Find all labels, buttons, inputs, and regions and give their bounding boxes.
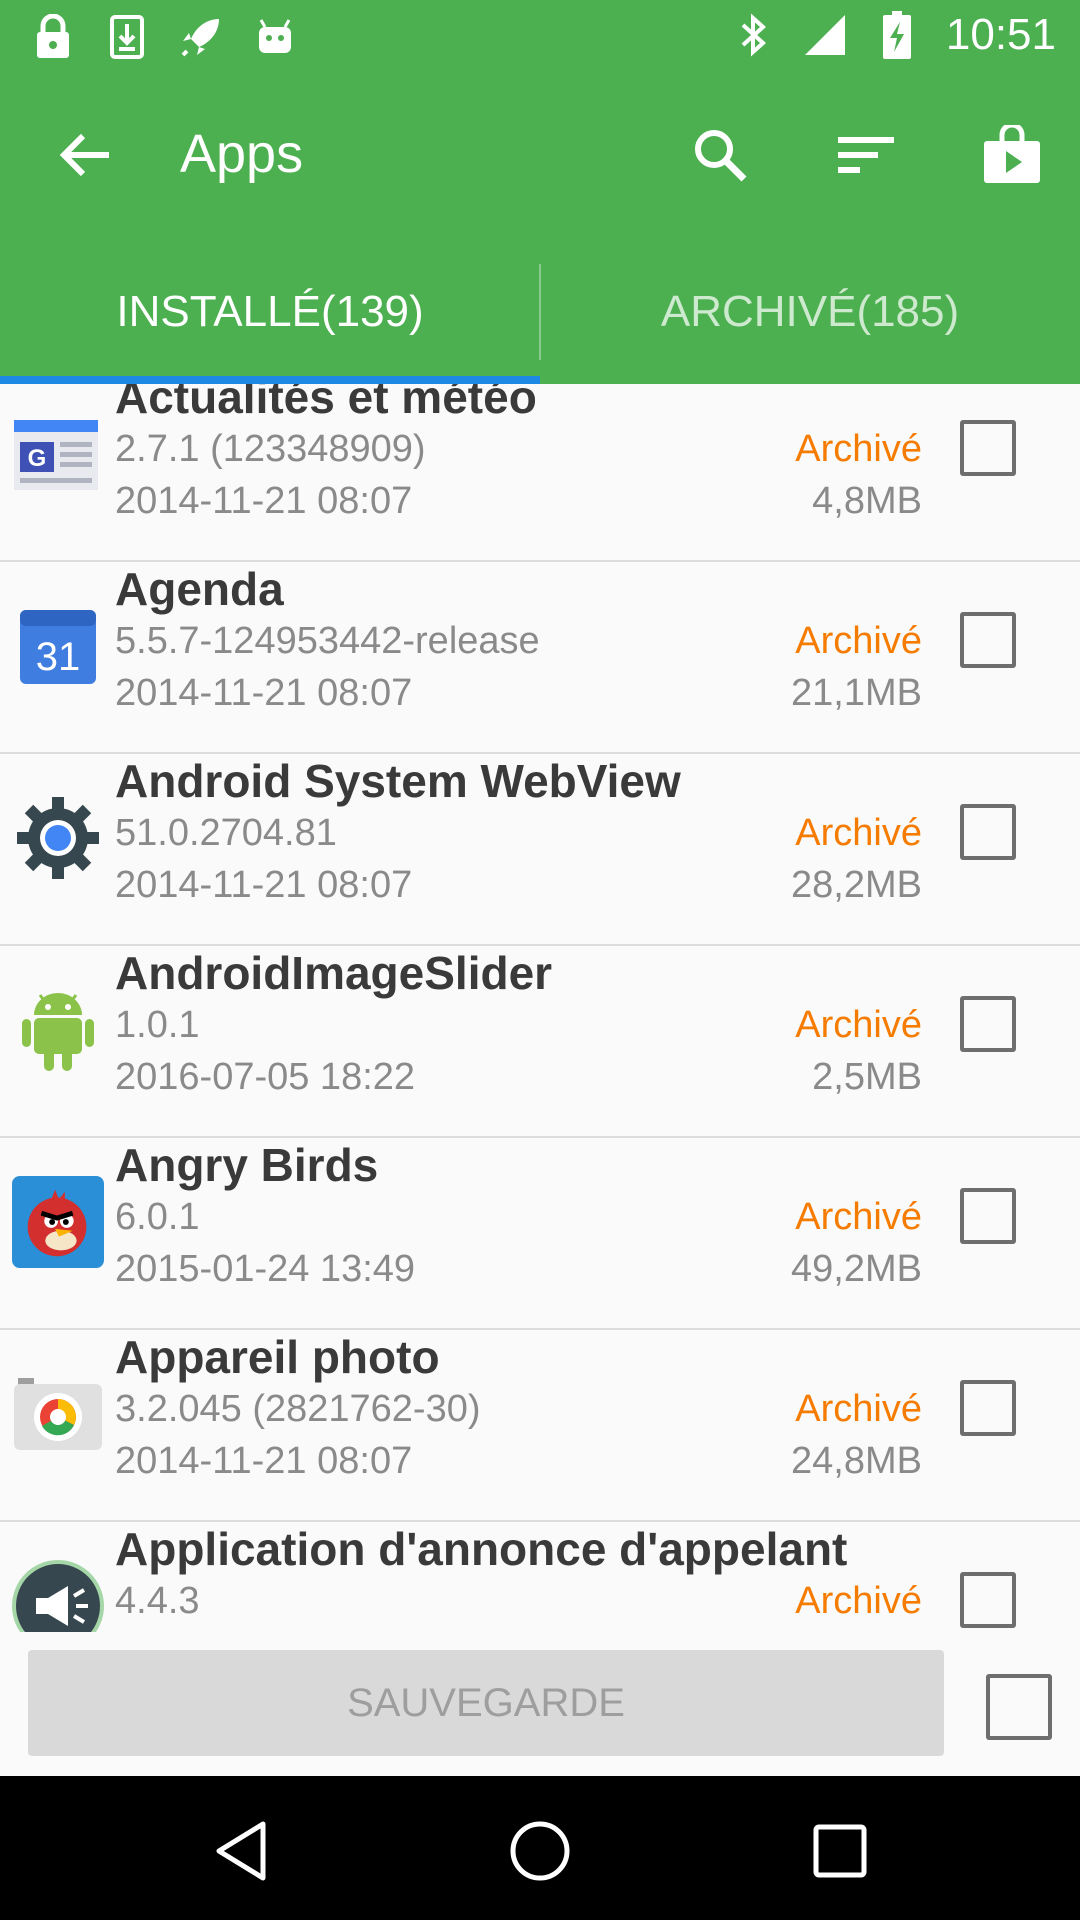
- save-button[interactable]: SAUVEGARDE: [28, 1650, 944, 1756]
- app-name: Application d'annonce d'appelant: [115, 1523, 848, 1575]
- list-item[interactable]: G Actualités et météo 2.7.1 (123348909) …: [0, 384, 1080, 562]
- app-date: 2016-07-05 18:22: [115, 1056, 416, 1098]
- app-date: 2014-11-21 08:07: [115, 1440, 413, 1482]
- android-head-icon: [252, 12, 298, 62]
- select-checkbox[interactable]: [960, 1572, 1016, 1628]
- archive-status: Archivé: [795, 428, 922, 470]
- caller-announce-icon: [12, 1560, 104, 1632]
- select-all-checkbox[interactable]: [986, 1674, 1052, 1740]
- lock-icon: [30, 12, 76, 62]
- news-weather-icon: G: [12, 408, 104, 500]
- app-name: Agenda: [115, 563, 284, 615]
- app-date: 2014-11-21 08:07: [115, 864, 413, 906]
- navigation-bar: [0, 1776, 1080, 1920]
- tab-indicator: [0, 376, 540, 384]
- select-checkbox[interactable]: [960, 420, 1016, 476]
- app-size: 28,2MB: [791, 864, 922, 906]
- app-size: 24,8MB: [791, 1440, 922, 1482]
- back-arrow-icon[interactable]: [50, 120, 120, 190]
- app-size: 21,1MB: [791, 672, 922, 714]
- play-store-icon[interactable]: [974, 117, 1050, 193]
- webview-gear-icon: [12, 792, 104, 884]
- app-version: 51.0.2704.81: [115, 812, 337, 854]
- app-name: Appareil photo: [115, 1331, 440, 1383]
- list-item[interactable]: Application d'annonce d'appelant 4.4.3 A…: [0, 1520, 1080, 1632]
- app-version: 5.5.7-124953442-release: [115, 620, 540, 662]
- signal-icon: [802, 10, 848, 60]
- home-circle-icon[interactable]: [495, 1806, 585, 1896]
- calendar-icon: 31: [12, 600, 104, 692]
- select-checkbox[interactable]: [960, 1188, 1016, 1244]
- angry-birds-icon: [12, 1176, 104, 1268]
- archive-status: Archivé: [795, 1388, 922, 1430]
- app-version: 2.7.1 (123348909): [115, 428, 426, 470]
- app-size: 49,2MB: [791, 1248, 922, 1290]
- app-version: 1.0.1: [115, 1004, 200, 1046]
- app-date: 2015-01-24 13:49: [115, 1248, 416, 1290]
- app-date: 2014-11-21 08:07: [115, 480, 413, 522]
- svg-text:G: G: [28, 445, 47, 472]
- app-bar: Apps: [0, 75, 1080, 240]
- page-title: Apps: [180, 124, 304, 184]
- list-item[interactable]: Android System WebView 51.0.2704.81 2014…: [0, 752, 1080, 946]
- app-version: 3.2.045 (2821762-30): [115, 1388, 481, 1430]
- tab-installed[interactable]: INSTALLÉ(139): [0, 240, 540, 384]
- select-checkbox[interactable]: [960, 1380, 1016, 1436]
- select-checkbox[interactable]: [960, 612, 1016, 668]
- app-list[interactable]: G Actualités et météo 2.7.1 (123348909) …: [0, 384, 1080, 1632]
- rocket-icon: [178, 12, 224, 62]
- battery-charging-icon: [874, 10, 920, 60]
- tab-bar: INSTALLÉ(139) ARCHIVÉ(185): [0, 240, 1080, 384]
- android-robot-icon: [12, 984, 104, 1076]
- list-item[interactable]: Appareil photo 3.2.045 (2821762-30) 2014…: [0, 1328, 1080, 1522]
- app-size: 4,8MB: [812, 480, 922, 522]
- bluetooth-icon: [730, 10, 776, 60]
- clock: 10:51: [945, 10, 1056, 59]
- app-version: 4.4.3: [115, 1580, 200, 1622]
- app-date: 2014-11-21 08:07: [115, 672, 413, 714]
- app-name: AndroidImageSlider: [115, 947, 553, 999]
- archive-status: Archivé: [795, 1580, 922, 1622]
- back-triangle-icon[interactable]: [196, 1806, 286, 1896]
- list-item[interactable]: Angry Birds 6.0.1 2015-01-24 13:49 Archi…: [0, 1136, 1080, 1330]
- app-version: 6.0.1: [115, 1196, 200, 1238]
- app-size: 2,5MB: [812, 1056, 922, 1098]
- list-item[interactable]: 31 Agenda 5.5.7-124953442-release 2014-1…: [0, 560, 1080, 754]
- camera-icon: [12, 1368, 104, 1460]
- app-name: Angry Birds: [115, 1139, 379, 1191]
- bottom-action-bar: SAUVEGARDE: [0, 1632, 1080, 1776]
- app-name: Actualités et météo: [115, 384, 537, 423]
- sort-icon[interactable]: [828, 117, 904, 193]
- archive-status: Archivé: [795, 1196, 922, 1238]
- list-item[interactable]: AndroidImageSlider 1.0.1 2016-07-05 18:2…: [0, 944, 1080, 1138]
- archive-status: Archivé: [795, 1004, 922, 1046]
- select-checkbox[interactable]: [960, 996, 1016, 1052]
- recents-square-icon[interactable]: [795, 1806, 885, 1896]
- archive-status: Archivé: [795, 812, 922, 854]
- tab-archived[interactable]: ARCHIVÉ(185): [540, 240, 1080, 384]
- select-checkbox[interactable]: [960, 804, 1016, 860]
- svg-text:31: 31: [36, 635, 81, 679]
- app-name: Android System WebView: [115, 755, 681, 807]
- download-icon: [104, 12, 150, 62]
- status-bar: 10:51: [0, 0, 1080, 75]
- search-icon[interactable]: [682, 117, 758, 193]
- archive-status: Archivé: [795, 620, 922, 662]
